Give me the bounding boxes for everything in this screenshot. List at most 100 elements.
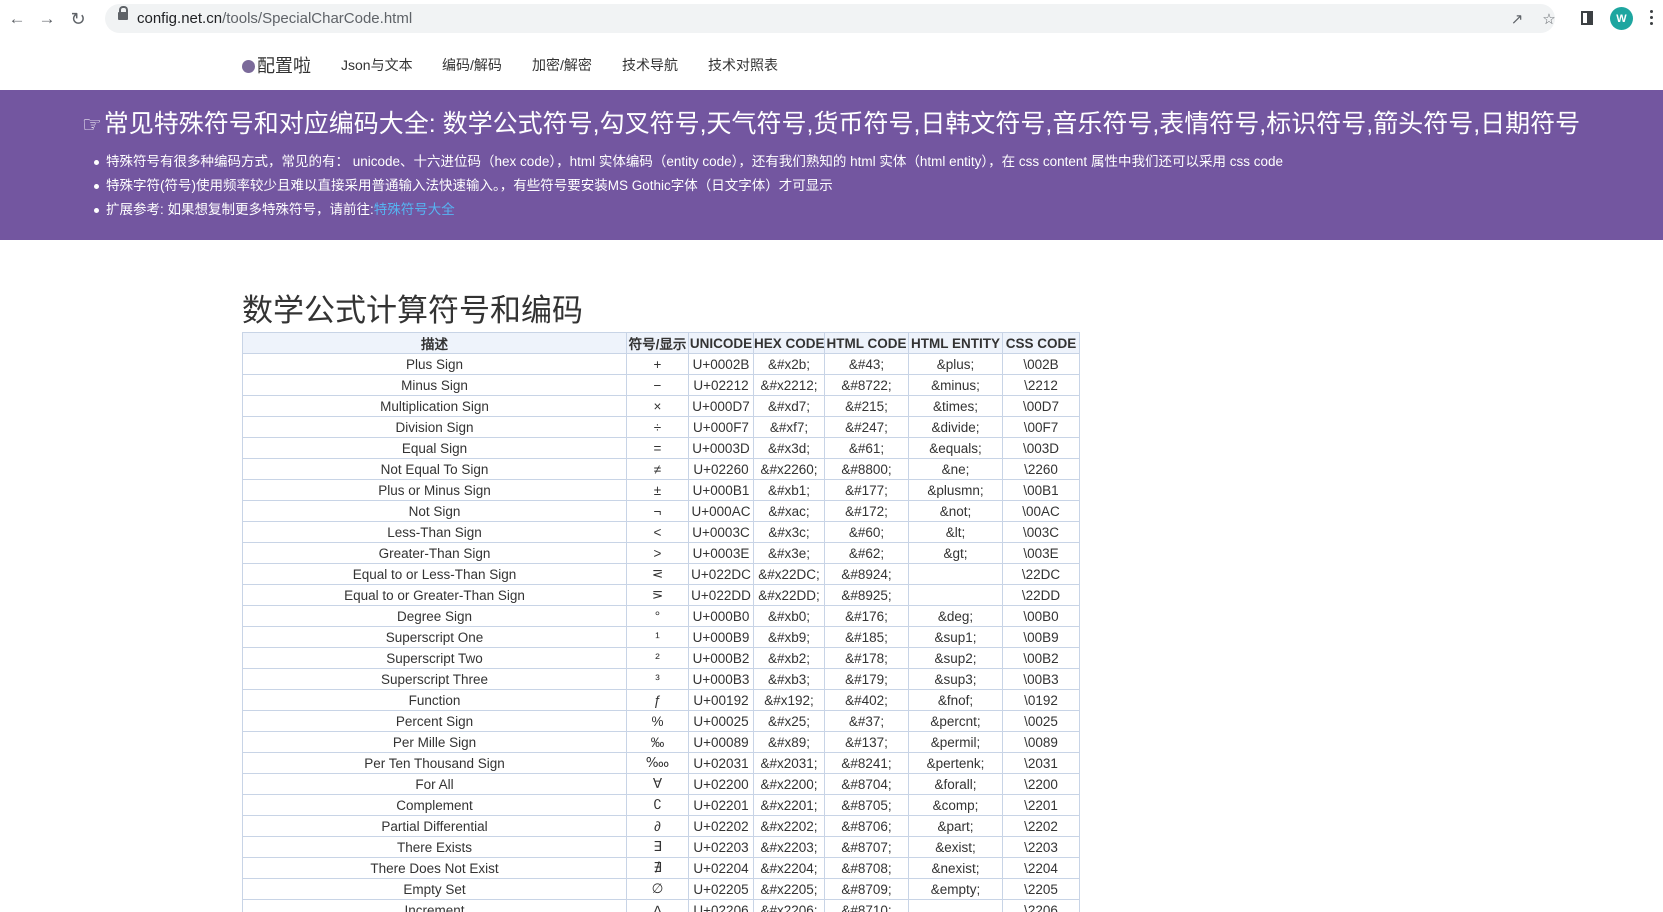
- html-code-cell: &#172;: [824, 500, 909, 522]
- unicode-cell: U+000B2: [688, 647, 754, 669]
- description-cell: Degree Sign: [242, 605, 627, 627]
- back-arrow-icon[interactable]: ←: [6, 8, 28, 30]
- hex-code-cell: &#xb9;: [753, 626, 825, 648]
- html-code-cell: &#8924;: [824, 563, 909, 585]
- section-title: 数学公式计算符号和编码: [242, 293, 583, 328]
- html-entity-cell: [908, 899, 1003, 912]
- html-entity-cell: &sup3;: [908, 668, 1003, 690]
- unicode-cell: U+02031: [688, 752, 754, 774]
- nav-json-text[interactable]: Json与文本: [341, 55, 413, 75]
- description-cell: Plus Sign: [242, 353, 627, 375]
- url-text[interactable]: config.net.cn/tools/SpecialCharCode.html: [137, 10, 412, 27]
- description-cell: Plus or Minus Sign: [242, 479, 627, 501]
- description-cell: There Exists: [242, 836, 627, 858]
- unicode-cell: U+00089: [688, 731, 754, 753]
- description-cell: Increment: [242, 899, 627, 912]
- unicode-cell: U+0003D: [688, 437, 754, 459]
- description-cell: Function: [242, 689, 627, 711]
- html-code-cell: &#247;: [824, 416, 909, 438]
- table-row: Not Sign ¬ U+000AC &#xac; &#172; &not; \00AC: [242, 500, 1080, 522]
- symbol-cell: %: [626, 710, 689, 732]
- description-cell: Superscript Two: [242, 647, 627, 669]
- hex-code-cell: &#xd7;: [753, 395, 825, 417]
- intro-list: 特殊符号有很多种编码方式，常见的有： unicode、十六进位码（hex cod…: [94, 150, 1283, 222]
- unicode-cell: U+02205: [688, 878, 754, 900]
- css-code-cell: \2204: [1002, 857, 1080, 879]
- nav-tech-reference[interactable]: 技术对照表: [708, 55, 778, 75]
- hex-code-cell: &#x2206;: [753, 899, 825, 912]
- hero-banner: ☞常见特殊符号和对应编码大全: 数学公式符号,勾叉符号,天气符号,货币符号,日韩…: [0, 90, 1663, 240]
- hex-code-cell: &#x25;: [753, 710, 825, 732]
- description-cell: For All: [242, 773, 627, 795]
- nav-tech-navigation[interactable]: 技术导航: [622, 55, 678, 75]
- description-cell: Partial Differential: [242, 815, 627, 837]
- html-entity-cell: &part;: [908, 815, 1003, 837]
- symbol-cell: ∂: [626, 815, 689, 837]
- unicode-cell: U+022DD: [688, 584, 754, 606]
- html-code-cell: &#177;: [824, 479, 909, 501]
- table-row: Division Sign ÷ U+000F7 &#xf7; &#247; &divide…: [242, 416, 1080, 438]
- hex-code-cell: &#x2b;: [753, 353, 825, 375]
- hex-code-cell: &#xb3;: [753, 668, 825, 690]
- hex-code-cell: &#x2031;: [753, 752, 825, 774]
- symbol-cell: ×: [626, 395, 689, 417]
- hex-code-cell: &#x22DD;: [753, 584, 825, 606]
- css-code-cell: \00B0: [1002, 605, 1080, 627]
- html-code-cell: &#8705;: [824, 794, 909, 816]
- forward-arrow-icon[interactable]: →: [36, 8, 58, 30]
- lock-icon[interactable]: [118, 6, 128, 20]
- hex-code-cell: &#xb0;: [753, 605, 825, 627]
- table-row: Empty Set ∅ U+02205 &#x2205; &#8709; &empty; \…: [242, 878, 1080, 900]
- hex-code-cell: &#x2212;: [753, 374, 825, 396]
- html-entity-cell: [908, 584, 1003, 606]
- html-entity-cell: &permil;: [908, 731, 1003, 753]
- nav-encrypt-decrypt[interactable]: 加密/解密: [532, 55, 592, 75]
- header-symbol: 符号/显示: [626, 332, 689, 354]
- table-row: Equal to or Greater-Than Sign ⋝ U+022DD &#x…: [242, 584, 1080, 606]
- html-entity-cell: &plusmn;: [908, 479, 1003, 501]
- hand-pointer-icon: ☞: [82, 112, 102, 137]
- css-code-cell: \2202: [1002, 815, 1080, 837]
- description-cell: Equal Sign: [242, 437, 627, 459]
- html-code-cell: &#37;: [824, 710, 909, 732]
- bookmark-star-icon[interactable]: ☆: [1539, 9, 1559, 29]
- brand-name: 配置啦: [257, 56, 311, 76]
- symbol-cell: =: [626, 437, 689, 459]
- table-row: Function ƒ U+00192 &#x192; &#402; &fnof; \0192: [242, 689, 1080, 711]
- html-code-cell: &#8708;: [824, 857, 909, 879]
- html-entity-cell: &pertenk;: [908, 752, 1003, 774]
- site-logo[interactable]: 配置啦: [242, 52, 311, 78]
- html-entity-cell: &sup1;: [908, 626, 1003, 648]
- unicode-cell: U+02204: [688, 857, 754, 879]
- html-code-cell: &#178;: [824, 647, 909, 669]
- hex-code-cell: &#x2204;: [753, 857, 825, 879]
- table-row: Multiplication Sign × U+000D7 &#xd7; &#215; &…: [242, 395, 1080, 417]
- table-row: Per Ten Thousand Sign ‱ U+02031 &#x2031; &#8…: [242, 752, 1080, 774]
- description-cell: Less-Than Sign: [242, 521, 627, 543]
- address-bar[interactable]: config.net.cn/tools/SpecialCharCode.html…: [105, 4, 1556, 33]
- reload-icon[interactable]: ↻: [67, 8, 89, 30]
- html-code-cell: &#61;: [824, 437, 909, 459]
- side-panel-icon[interactable]: [1581, 11, 1593, 25]
- hex-code-cell: &#xb2;: [753, 647, 825, 669]
- hex-code-cell: &#x2202;: [753, 815, 825, 837]
- profile-avatar[interactable]: W: [1610, 7, 1633, 30]
- hex-code-cell: &#x2260;: [753, 458, 825, 480]
- hex-code-cell: &#xac;: [753, 500, 825, 522]
- description-cell: Per Ten Thousand Sign: [242, 752, 627, 774]
- special-symbols-link[interactable]: 特殊符号大全: [374, 202, 455, 217]
- header-unicode: UNICODE: [688, 332, 754, 354]
- css-code-cell: \003C: [1002, 521, 1080, 543]
- more-menu-icon[interactable]: [1650, 8, 1654, 28]
- html-code-cell: &#185;: [824, 626, 909, 648]
- share-icon[interactable]: ↗: [1507, 9, 1527, 29]
- hex-code-cell: &#x3e;: [753, 542, 825, 564]
- css-code-cell: \2201: [1002, 794, 1080, 816]
- symbol-cell: ¬: [626, 500, 689, 522]
- unicode-cell: U+022DC: [688, 563, 754, 585]
- nav-encode-decode[interactable]: 编码/解码: [442, 55, 502, 75]
- table-row: Not Equal To Sign ≠ U+02260 &#x2260; &#8800;…: [242, 458, 1080, 480]
- description-cell: Complement: [242, 794, 627, 816]
- html-entity-cell: &times;: [908, 395, 1003, 417]
- html-entity-cell: &percnt;: [908, 710, 1003, 732]
